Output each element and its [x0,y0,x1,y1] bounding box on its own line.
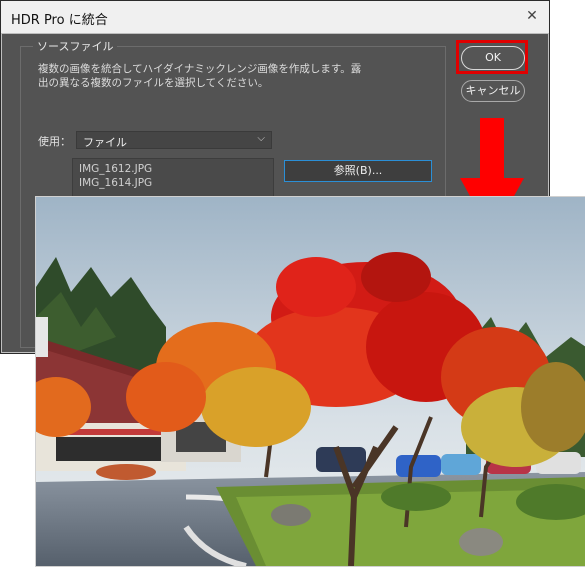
description-line-2: 出の異なる複数のファイルを選択してください。 [38,77,269,89]
title-bar: HDR Pro に統合 ✕ [1,1,549,34]
cancel-button[interactable]: キャンセル [461,80,525,102]
close-icon[interactable]: ✕ [523,7,541,25]
ok-button[interactable]: OK [461,46,525,70]
hdr-result-photo [35,196,585,567]
description: 複数の画像を統合してハイダイナミックレンジ画像を作成します。露 出の異なる複数の… [38,62,368,90]
use-label: 使用： [38,135,71,148]
description-line-1: 複数の画像を統合してハイダイナミックレンジ画像を作成します。露 [38,63,362,75]
chevron-down-icon: ⌵ [257,133,265,144]
group-title: ソースファイル [33,38,118,54]
use-select[interactable]: ファイル ⌵ [76,131,272,149]
list-item[interactable]: IMG_1614.JPG [79,177,152,189]
browse-button[interactable]: 参照(B)... [284,160,432,182]
dialog-title: HDR Pro に統合 [11,13,108,28]
use-select-value: ファイル [83,136,127,149]
list-item[interactable]: IMG_1612.JPG [79,163,152,175]
